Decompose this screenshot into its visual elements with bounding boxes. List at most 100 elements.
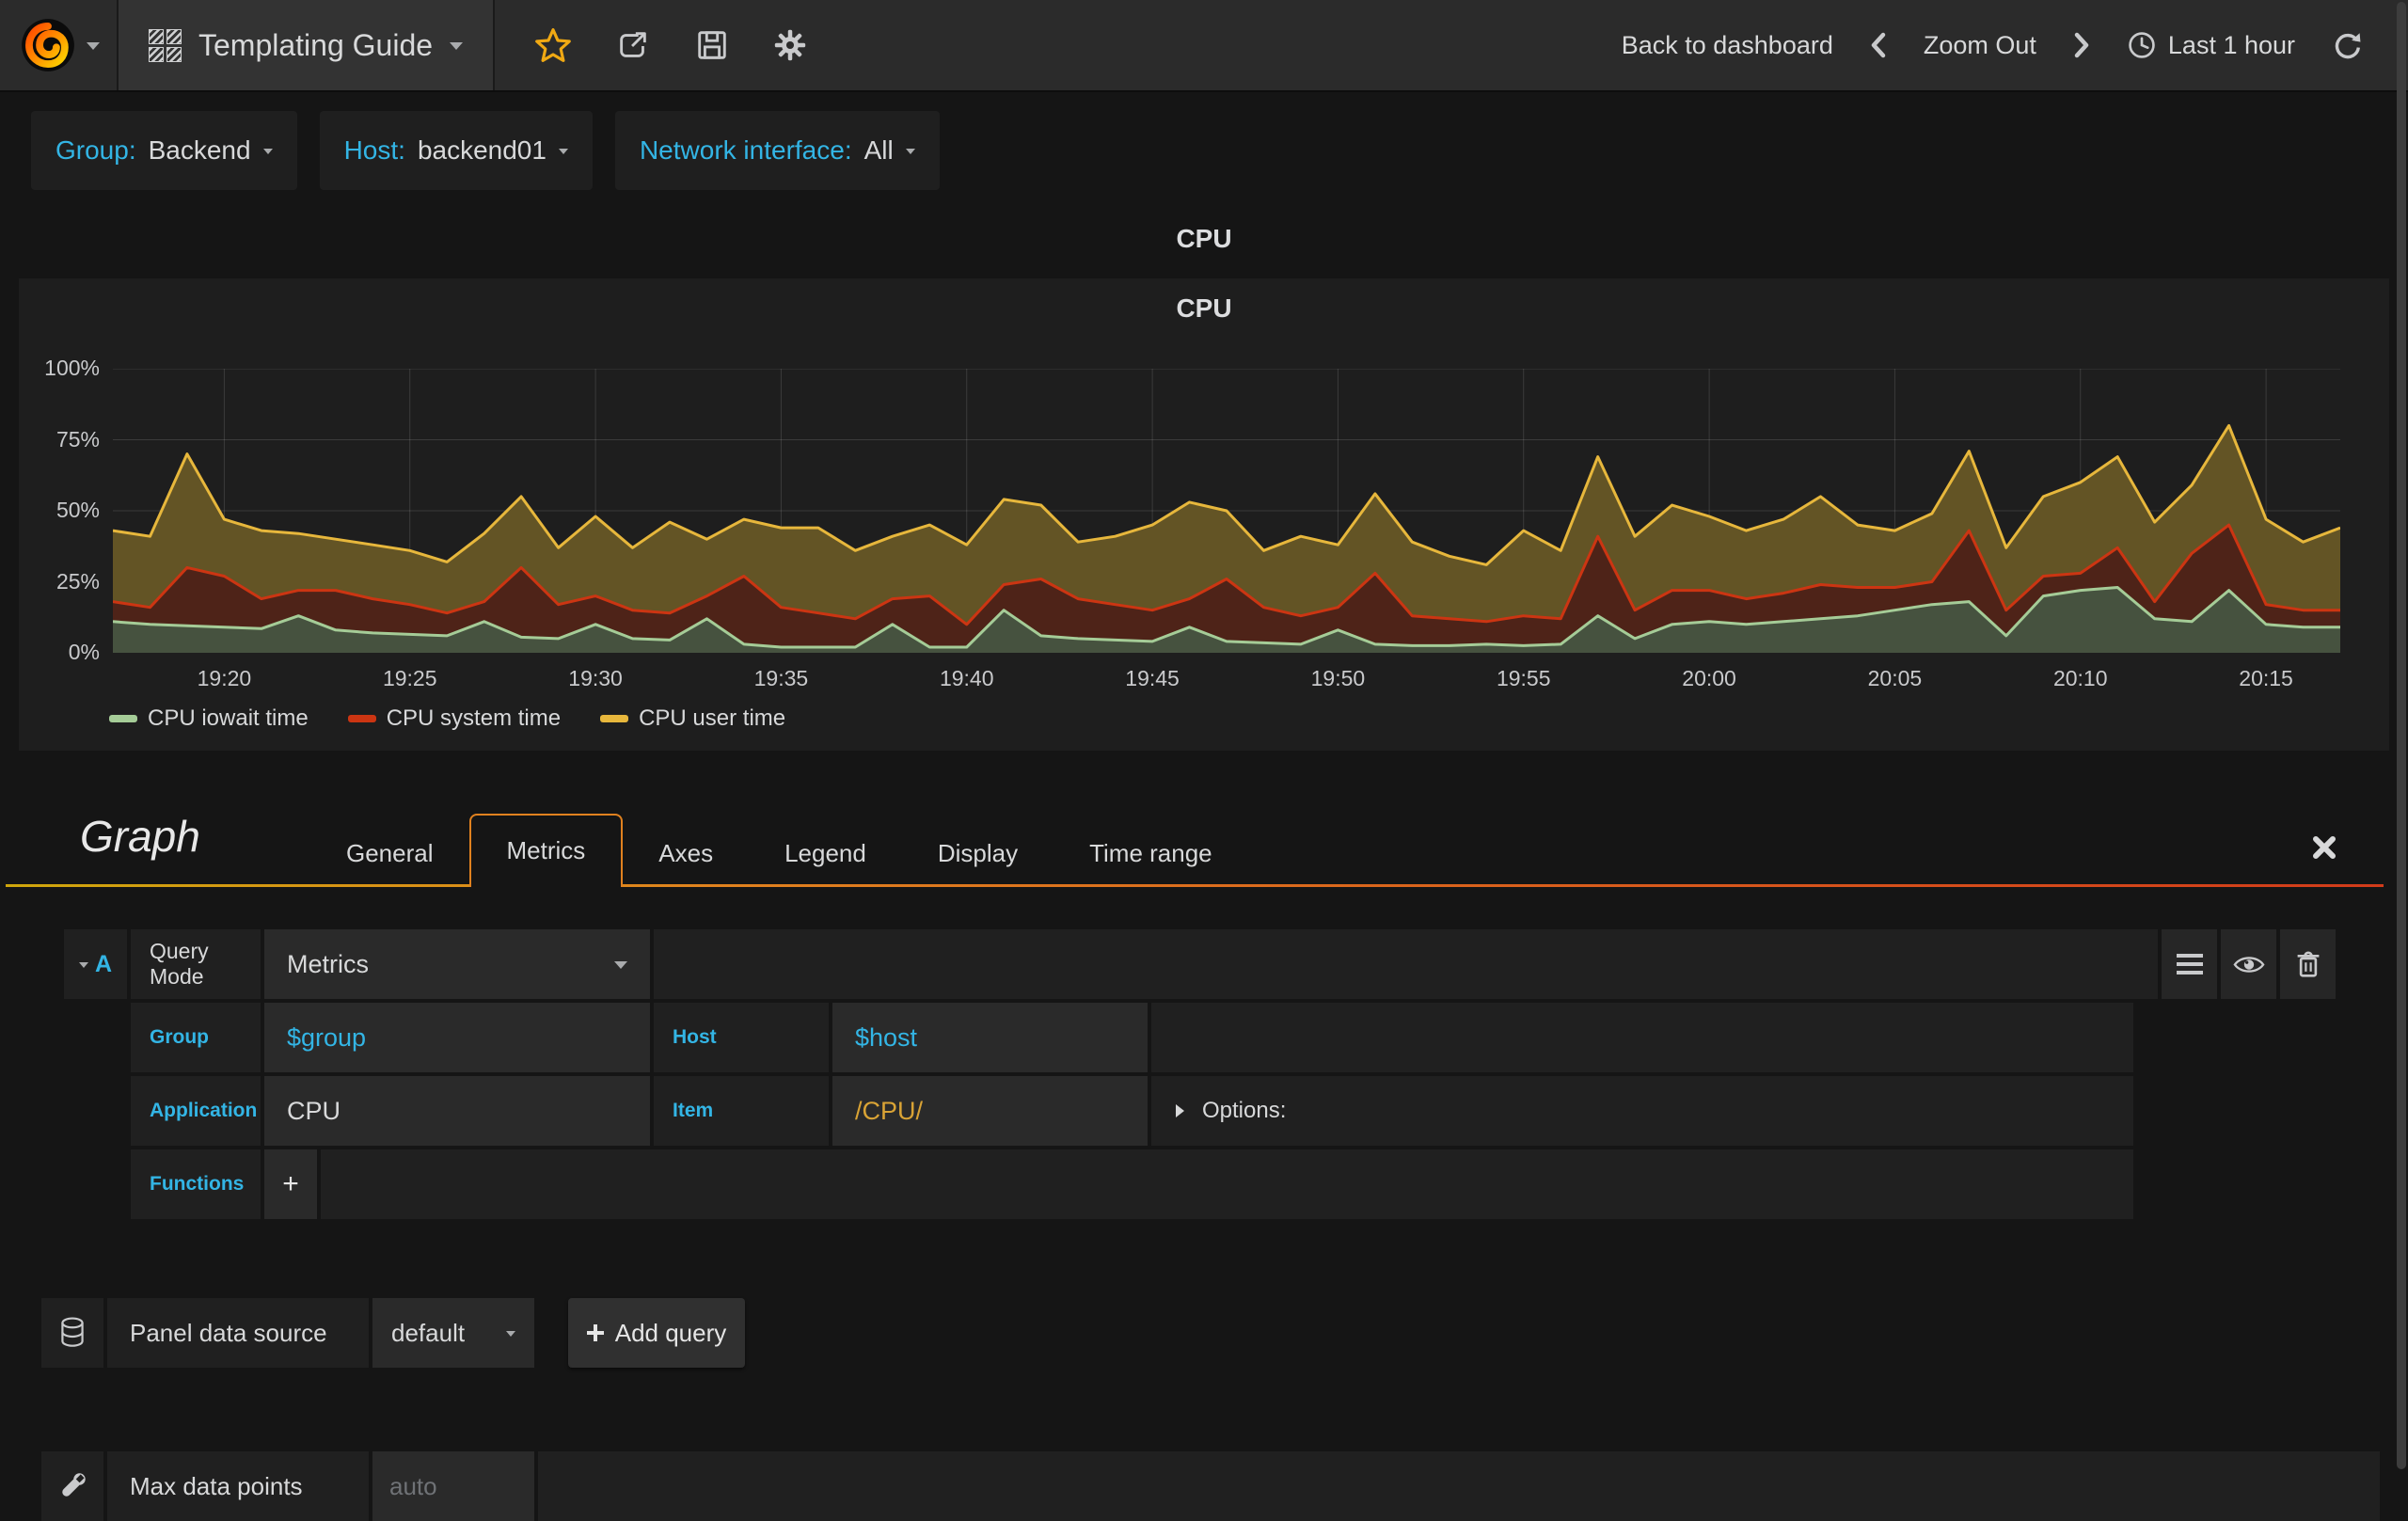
save-button[interactable] <box>694 27 730 63</box>
tab-display[interactable]: Display <box>902 819 1054 887</box>
panel-title[interactable]: CPU <box>19 293 2389 324</box>
x-axis-label: 20:10 <box>2052 666 2108 690</box>
share-button[interactable] <box>615 27 651 63</box>
y-axis-label: 50% <box>55 498 100 522</box>
item-input[interactable]: /CPU/ <box>832 1076 1148 1146</box>
host-input[interactable]: $host <box>832 1003 1148 1072</box>
query-row-application-item: Application CPU Item /CPU/ Options: <box>131 1076 2133 1146</box>
cpu-panel: CPU CPU iowait time CPU system time CPU us… <box>19 278 2389 751</box>
max-data-points-row: Max data points auto <box>41 1451 2380 1521</box>
variable-value: Backend <box>148 135 251 165</box>
variable-label: Group: <box>55 135 136 165</box>
item-value: /CPU/ <box>855 1096 924 1125</box>
chevron-down-icon <box>558 148 568 159</box>
y-axis-label: 0% <box>68 640 100 664</box>
legend-swatch-icon <box>600 715 629 722</box>
scrollbar[interactable] <box>2397 2 2406 1469</box>
plus-icon <box>586 1324 604 1341</box>
add-query-label: Add query <box>614 1318 727 1347</box>
chevron-down-icon <box>905 148 915 159</box>
close-icon <box>2313 836 2336 859</box>
query-mode-label: Query Mode <box>131 929 261 999</box>
host-value: $host <box>855 1022 918 1052</box>
legend-item[interactable]: CPU iowait time <box>109 705 309 732</box>
tab-axes[interactable]: Axes <box>623 819 749 887</box>
database-icon <box>61 1317 84 1347</box>
legend-item[interactable]: CPU system time <box>347 705 562 732</box>
application-label: Application <box>131 1076 261 1146</box>
tab-underline <box>6 884 2384 887</box>
datasource-row: Panel data source default Add query <box>41 1298 745 1368</box>
star-icon <box>535 28 571 62</box>
functions-label: Functions <box>131 1149 261 1219</box>
chevron-down-icon <box>614 960 627 975</box>
variable-label: Network interface: <box>639 135 852 165</box>
query-row-group-host: Group $group Host $host <box>131 1003 2133 1072</box>
x-axis-label: 19:25 <box>382 666 437 690</box>
group-input[interactable]: $group <box>264 1003 650 1072</box>
panel-editor-header: Graph General Metrics Axes Legend Displa… <box>0 798 2408 887</box>
fullscreen-panel-title: CPU <box>1176 224 1232 253</box>
grafana-menu[interactable] <box>0 0 117 90</box>
variable-value: backend01 <box>417 135 547 165</box>
datasource-label: Panel data source <box>107 1298 369 1368</box>
query-mode-dropdown[interactable]: Metrics <box>264 929 650 999</box>
settings-button[interactable] <box>773 28 807 62</box>
query-row-filler <box>1151 1003 2133 1072</box>
time-shift-left-button[interactable] <box>1869 30 1888 60</box>
x-axis-label: 19:20 <box>197 666 252 690</box>
refresh-button[interactable] <box>2331 29 2363 61</box>
editor-tabs: General Metrics Axes Legend Display Time… <box>310 814 1248 887</box>
host-label: Host <box>654 1003 829 1072</box>
chevron-down-icon <box>506 1330 515 1341</box>
clock-icon <box>2129 32 2155 58</box>
query-row-filler <box>321 1149 2133 1219</box>
chevron-left-icon <box>1871 32 1886 58</box>
x-axis-label: 20:00 <box>1682 666 1736 690</box>
star-button[interactable] <box>534 26 572 64</box>
menu-icon <box>2176 954 2203 974</box>
zoom-out-button[interactable]: Zoom Out <box>1924 31 2036 60</box>
cpu-chart-svg[interactable] <box>113 369 2340 653</box>
footer-filler <box>538 1451 2380 1521</box>
add-query-button[interactable]: Add query <box>568 1298 745 1368</box>
query-row-filler <box>654 929 2158 999</box>
max-data-points-input[interactable]: auto <box>372 1451 534 1521</box>
variable-host-dropdown[interactable]: Host: backend01 <box>319 111 593 190</box>
legend-label: CPU iowait time <box>148 705 309 731</box>
application-input[interactable]: CPU <box>264 1076 650 1146</box>
query-delete-button[interactable] <box>2280 929 2336 999</box>
wrench-icon <box>62 1473 86 1497</box>
close-editor-button[interactable] <box>2310 833 2338 866</box>
application-value: CPU <box>287 1096 341 1125</box>
back-to-dashboard-button[interactable]: Back to dashboard <box>1622 31 1833 60</box>
tab-metrics[interactable]: Metrics <box>468 814 624 887</box>
tab-general[interactable]: General <box>310 819 469 887</box>
legend-item[interactable]: CPU user time <box>600 705 785 732</box>
legend-label: CPU system time <box>386 705 562 731</box>
variable-group-dropdown[interactable]: Group: Backend <box>31 111 297 190</box>
eye-icon <box>2232 956 2265 973</box>
tab-legend[interactable]: Legend <box>749 819 902 887</box>
datasource-dropdown[interactable]: default <box>372 1298 534 1368</box>
variable-network-interface-dropdown[interactable]: Network interface: All <box>614 111 940 190</box>
chevron-down-icon <box>262 148 273 159</box>
group-value: $group <box>287 1022 367 1052</box>
x-axis-label: 19:55 <box>1496 666 1551 690</box>
variable-value: All <box>863 135 894 165</box>
x-axis-label: 19:45 <box>1125 666 1180 690</box>
y-axis-label: 25% <box>55 568 100 594</box>
tab-time-range[interactable]: Time range <box>1054 819 1248 887</box>
dashboard-title-menu[interactable]: Templating Guide <box>117 0 496 90</box>
time-picker-button[interactable]: Last 1 hour <box>2127 30 2295 60</box>
query-menu-button[interactable] <box>2162 929 2217 999</box>
datasource-icon-cell <box>41 1298 103 1368</box>
query-toggle-visibility-button[interactable] <box>2221 929 2276 999</box>
max-data-points-label: Max data points <box>107 1451 369 1521</box>
query-ref-toggle[interactable]: A <box>64 929 127 999</box>
time-shift-right-button[interactable] <box>2072 30 2091 60</box>
add-function-button[interactable]: + <box>264 1149 317 1219</box>
y-axis-label: 75% <box>55 426 100 452</box>
options-toggle[interactable]: Options: <box>1151 1076 2133 1146</box>
grafana-logo-icon <box>22 19 74 71</box>
